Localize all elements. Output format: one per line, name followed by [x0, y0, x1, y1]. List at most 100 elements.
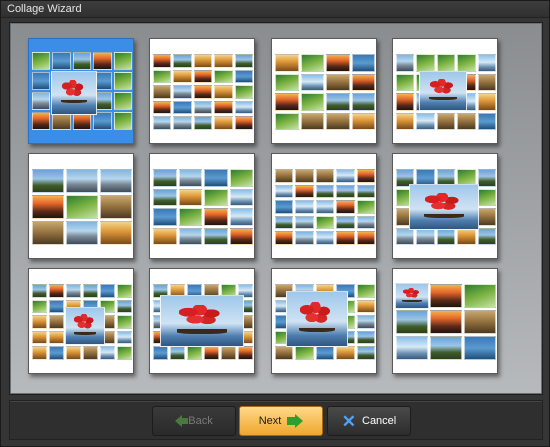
photo-tile — [275, 112, 299, 130]
template-gallery — [9, 22, 543, 395]
photo-tile — [430, 310, 462, 334]
photo-tile — [32, 52, 51, 70]
photo-tile — [234, 85, 253, 99]
photo-tile — [336, 184, 355, 199]
collage-template-thumbnail[interactable] — [149, 38, 255, 144]
photo-tile — [117, 330, 132, 345]
photo-tile — [32, 346, 47, 360]
photo-tile — [178, 169, 202, 187]
sailing-ship-photo — [409, 184, 479, 230]
back-button[interactable]: Back — [152, 406, 236, 436]
photo-tile — [66, 221, 98, 245]
template-grid — [10, 23, 542, 394]
photo-tile — [238, 346, 253, 360]
photo-tile — [221, 346, 236, 360]
photo-tile — [100, 195, 132, 219]
photo-tile — [477, 169, 496, 187]
collage-template-thumbnail[interactable] — [28, 268, 134, 374]
photo-tile — [315, 231, 335, 245]
photo-tile — [49, 299, 64, 314]
photo-tile — [436, 112, 456, 130]
photo-tile — [100, 346, 115, 360]
photo-tile — [113, 112, 132, 130]
photo-tile — [356, 346, 375, 360]
close-icon: ✕ — [341, 411, 356, 431]
photo-tile — [204, 346, 219, 360]
sailing-ship-photo — [160, 295, 244, 347]
collage-template-thumbnail[interactable] — [392, 38, 498, 144]
photo-tile — [295, 200, 314, 214]
photo-tile — [173, 85, 192, 99]
photo-tile — [229, 208, 253, 226]
collage-template-thumbnail[interactable] — [149, 153, 255, 259]
photo-tile — [32, 299, 47, 314]
photo-tile — [295, 346, 314, 360]
photo-tile — [204, 188, 228, 206]
photo-tile — [356, 330, 375, 345]
photo-tile — [173, 100, 192, 115]
photo-tile — [178, 208, 202, 226]
photo-tile — [113, 72, 132, 90]
photo-tile — [457, 112, 476, 130]
arrow-right-icon — [287, 414, 304, 428]
photo-tile — [153, 346, 168, 360]
photo-tile — [32, 330, 47, 345]
photo-tile — [315, 200, 335, 214]
photo-tile — [49, 346, 64, 360]
next-button[interactable]: Next — [239, 406, 323, 436]
photo-tile — [214, 85, 233, 99]
collage-template-thumbnail[interactable] — [28, 38, 134, 144]
collage-template-thumbnail[interactable] — [28, 153, 134, 259]
photo-tile — [356, 231, 375, 245]
photo-tile — [193, 116, 213, 130]
photo-tile — [295, 215, 314, 230]
photo-tile — [100, 284, 115, 298]
photo-tile — [153, 188, 177, 206]
photo-tile — [326, 93, 350, 111]
photo-tile — [477, 54, 496, 72]
collage-template-thumbnail[interactable] — [392, 153, 498, 259]
photo-tile — [100, 221, 132, 245]
photo-tile — [295, 169, 314, 183]
photo-tile — [32, 92, 51, 110]
photo-tile — [193, 69, 213, 84]
photo-tile — [275, 73, 299, 91]
photo-tile — [234, 69, 253, 84]
photo-tile — [356, 315, 375, 329]
sailing-ship-photo — [286, 291, 348, 347]
photo-tile — [436, 54, 456, 72]
title-bar[interactable]: Collage Wizard — [1, 1, 549, 18]
photo-tile — [229, 188, 253, 206]
photo-tile — [117, 315, 132, 329]
collage-template-thumbnail[interactable] — [271, 268, 377, 374]
photo-tile — [117, 299, 132, 314]
photo-tile — [416, 54, 435, 72]
photo-tile — [173, 54, 192, 68]
photo-tile — [295, 184, 314, 199]
photo-tile — [315, 184, 335, 199]
collage-template-thumbnail[interactable] — [149, 268, 255, 374]
photo-tile — [32, 195, 64, 219]
photo-tile — [83, 284, 98, 298]
photo-tile — [153, 116, 172, 130]
collage-template-thumbnail[interactable] — [271, 153, 377, 259]
photo-tile — [315, 169, 335, 183]
next-button-label: Next — [258, 415, 282, 427]
collage-template-thumbnail[interactable] — [392, 268, 498, 374]
photo-tile — [396, 310, 428, 334]
photo-tile — [117, 284, 132, 298]
photo-tile — [351, 54, 375, 72]
photo-tile — [32, 72, 51, 90]
back-button-label: Back — [188, 415, 213, 427]
photo-tile — [356, 299, 375, 314]
photo-tile — [214, 100, 233, 115]
photo-tile — [464, 310, 496, 334]
cancel-button[interactable]: ✕ Cancel — [327, 406, 411, 436]
photo-tile — [300, 112, 324, 130]
collage-template-thumbnail[interactable] — [271, 38, 377, 144]
photo-tile — [356, 215, 375, 230]
photo-tile — [204, 169, 228, 187]
photo-tile — [178, 227, 202, 245]
photo-tile — [336, 215, 355, 230]
photo-tile — [416, 112, 435, 130]
